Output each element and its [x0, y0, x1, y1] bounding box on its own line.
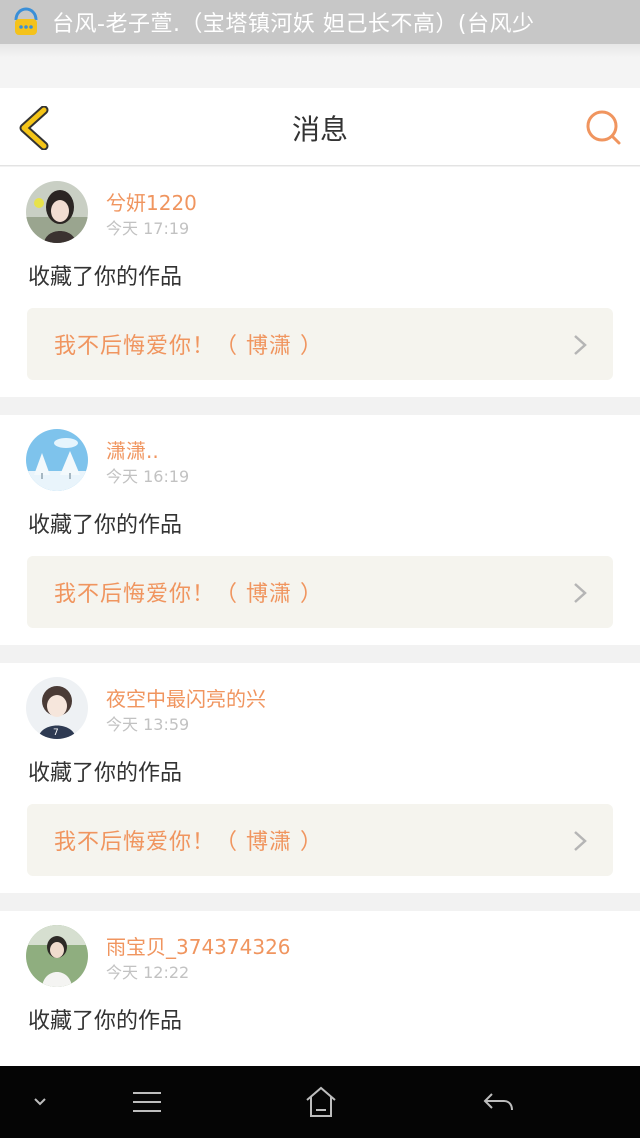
- avatar-girl-icon: [26, 181, 88, 243]
- back-arrow-icon[interactable]: [14, 106, 54, 150]
- chat-notification-icon: [14, 7, 38, 35]
- avatar-person-icon: [26, 925, 88, 987]
- divider: [0, 397, 640, 415]
- action-text: 收藏了你的作品: [28, 513, 183, 538]
- list-item: 潇潇.. 今天 16:19 收藏了你的作品 我不后悔爱你！（ 博潇 ）: [0, 415, 640, 645]
- timestamp: 今天 17:19: [106, 219, 190, 238]
- avatar[interactable]: [26, 181, 88, 243]
- home-icon[interactable]: [304, 1084, 338, 1120]
- username[interactable]: 雨宝贝_374374326: [106, 931, 291, 960]
- avatar[interactable]: [26, 925, 88, 987]
- timestamp: 今天 12:22: [106, 963, 190, 982]
- status-gap: [0, 44, 640, 88]
- timestamp: 今天 13:59: [106, 715, 190, 734]
- avatar[interactable]: 7: [26, 677, 88, 739]
- work-title: 我不后悔爱你！（ 博潇 ）: [54, 334, 323, 359]
- chevron-right-icon: [574, 831, 587, 851]
- list-item: 兮妍1220 今天 17:19 收藏了你的作品 我不后悔爱你！（ 博潇 ）: [0, 167, 640, 397]
- page-title: 消息: [291, 113, 348, 146]
- navigation-bar: [0, 1066, 640, 1138]
- avatar-winter-icon: [26, 429, 88, 491]
- username[interactable]: 潇潇..: [106, 435, 159, 464]
- work-link[interactable]: 我不后悔爱你！（ 博潇 ）: [27, 804, 613, 876]
- avatar[interactable]: [26, 429, 88, 491]
- chevron-down-icon[interactable]: [30, 1084, 50, 1120]
- screen: 台风-老子萱.（宝塔镇河妖 妲己长不高）(台风少 消息 兮妍1220 今天 17…: [0, 0, 640, 1138]
- work-title: 我不后悔爱你！（ 博潇 ）: [54, 830, 323, 855]
- notification-text: 台风-老子萱.（宝塔镇河妖 妲己长不高）(台风少: [52, 12, 535, 37]
- message-list: 兮妍1220 今天 17:19 收藏了你的作品 我不后悔爱你！（ 博潇 ） 潇潇…: [0, 167, 640, 1138]
- header: 消息: [0, 88, 640, 166]
- search-icon[interactable]: [584, 108, 624, 148]
- svg-text:7: 7: [53, 728, 59, 738]
- work-link[interactable]: 我不后悔爱你！（ 博潇 ）: [27, 308, 613, 380]
- divider: [0, 893, 640, 911]
- chevron-right-icon: [574, 335, 587, 355]
- status-bar: 台风-老子萱.（宝塔镇河妖 妲己长不高）(台风少: [0, 0, 640, 44]
- avatar-boy-icon: 7: [26, 677, 88, 739]
- back-icon[interactable]: [480, 1084, 516, 1120]
- divider: [0, 645, 640, 663]
- chevron-right-icon: [574, 583, 587, 603]
- username[interactable]: 兮妍1220: [106, 187, 197, 216]
- timestamp: 今天 16:19: [106, 467, 190, 486]
- action-text: 收藏了你的作品: [28, 265, 183, 290]
- work-title: 我不后悔爱你！（ 博潇 ）: [54, 582, 323, 607]
- list-item: 7 夜空中最闪亮的兴 今天 13:59 收藏了你的作品 我不后悔爱你！（ 博潇 …: [0, 663, 640, 893]
- username[interactable]: 夜空中最闪亮的兴: [106, 683, 266, 712]
- action-text: 收藏了你的作品: [28, 1009, 183, 1034]
- action-text: 收藏了你的作品: [28, 761, 183, 786]
- menu-icon[interactable]: [130, 1084, 164, 1120]
- work-link[interactable]: 我不后悔爱你！（ 博潇 ）: [27, 556, 613, 628]
